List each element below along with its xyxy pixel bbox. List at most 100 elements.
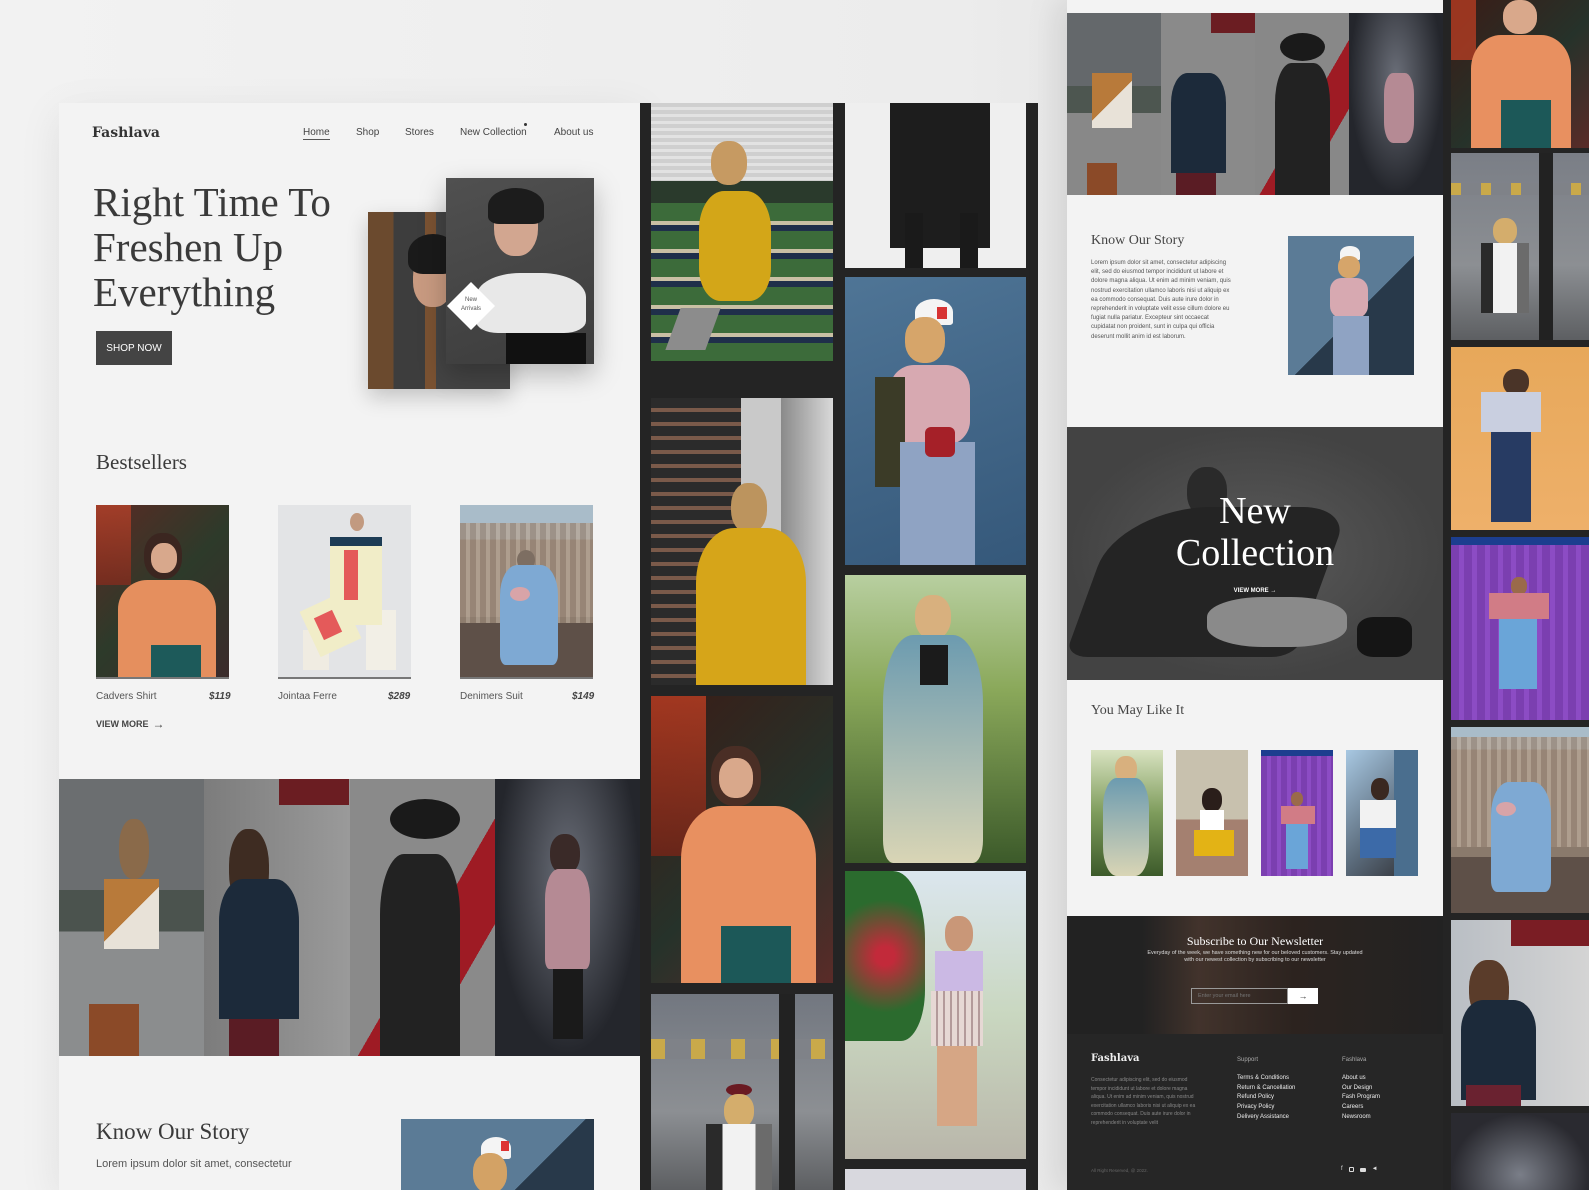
product-price: $149 xyxy=(572,691,595,702)
product-name[interactable]: Cadvers Shirt xyxy=(96,691,157,702)
hero-title-line: Everything xyxy=(93,269,276,315)
product-divider xyxy=(460,677,593,679)
nav-home[interactable]: Home xyxy=(303,127,330,140)
recommended-item[interactable] xyxy=(1176,750,1248,876)
footer-company-title: Fashlava xyxy=(1342,1057,1367,1063)
footer-link[interactable]: Privacy Policy xyxy=(1237,1103,1295,1113)
side-photo-plaid-coat[interactable] xyxy=(1451,920,1589,1106)
alt-story-body: Lorem ipsum dolor sit amet, consectetur … xyxy=(1091,260,1231,340)
new-collection-title-line: Collection xyxy=(1175,532,1335,574)
newsletter-submit-button[interactable]: → xyxy=(1288,988,1318,1004)
you-may-like-title: You May Like It xyxy=(1091,703,1185,718)
story-title: Know Our Story xyxy=(96,1119,250,1144)
product-image-jointaa-ferre[interactable] xyxy=(278,505,411,677)
footer-link[interactable]: Return & Cancellation xyxy=(1237,1084,1295,1094)
footer-link[interactable]: Delivery Assistance xyxy=(1237,1113,1295,1123)
main-nav: Home Shop Stores New Collection About us xyxy=(59,123,640,141)
youtube-icon[interactable] xyxy=(1359,1168,1366,1172)
footer-link[interactable]: About us xyxy=(1342,1074,1380,1084)
view-more-label: VIEW MORE xyxy=(1233,588,1269,594)
footer-support-title: Support xyxy=(1237,1057,1259,1063)
facebook-icon[interactable]: f xyxy=(1341,1166,1343,1172)
side-photo-arches[interactable] xyxy=(1451,1113,1589,1190)
nav-shop[interactable]: Shop xyxy=(356,127,379,138)
lookbook-photo[interactable] xyxy=(494,779,640,1056)
newsletter-email-input[interactable] xyxy=(1191,988,1288,1004)
side-photo-street[interactable] xyxy=(1451,153,1589,340)
gallery-photo-orange-shirt[interactable] xyxy=(651,696,833,983)
footer-link[interactable]: Our Design xyxy=(1342,1084,1380,1094)
product-image-cadvers-shirt[interactable] xyxy=(96,505,229,677)
lookbook-photo[interactable] xyxy=(1255,13,1349,195)
lookbook-photo[interactable] xyxy=(1349,13,1443,195)
footer-copyright: All Right Reserved, @ 2022. xyxy=(1091,1168,1148,1173)
hero-title-line: Freshen Up xyxy=(93,224,284,270)
lookbook-strip xyxy=(59,779,640,1056)
badge-line: New xyxy=(464,297,477,303)
footer-link[interactable]: Fash Program xyxy=(1342,1093,1380,1103)
gallery-photo-black-coat[interactable] xyxy=(845,103,1026,268)
arrow-right-icon: → xyxy=(1270,588,1277,594)
product-name[interactable]: Denimers Suit xyxy=(460,691,523,702)
nav-new-collection[interactable]: New Collection xyxy=(460,127,527,138)
product-price: $119 xyxy=(209,691,231,702)
alt-page: Know Our Story Lorem ipsum dolor sit ame… xyxy=(1067,0,1443,1190)
arrow-right-icon: → xyxy=(1298,991,1308,1001)
gallery-photo-garden[interactable] xyxy=(845,871,1026,1159)
alt-lookbook-strip xyxy=(1067,13,1443,195)
lookbook-photo[interactable] xyxy=(59,779,205,1056)
footer-brand[interactable]: Fashlava xyxy=(1091,1053,1140,1064)
footer-about: Consectetur adipiscing elit, sed do eius… xyxy=(1091,1077,1196,1126)
view-more-link[interactable]: VIEW MORE → xyxy=(96,717,165,731)
lookbook-photo[interactable] xyxy=(1161,13,1255,195)
gallery-photo-cap[interactable] xyxy=(845,277,1026,565)
new-collection-title-line: New xyxy=(1219,490,1291,532)
side-photo-cathedral[interactable] xyxy=(1451,727,1589,913)
product-price: $289 xyxy=(388,691,411,702)
footer-link[interactable]: Refund Policy xyxy=(1237,1093,1295,1103)
gallery-photo[interactable] xyxy=(845,1169,1026,1190)
footer-link[interactable]: Newsroom xyxy=(1342,1113,1380,1123)
product-name[interactable]: Jointaa Ferre xyxy=(278,691,337,702)
masonry-gallery xyxy=(640,103,1038,1190)
recommended-item[interactable] xyxy=(1091,750,1163,876)
landing-page: Fashlava Home Shop Stores New Collection… xyxy=(59,103,640,1190)
new-arrivals-label: New Arrivals xyxy=(451,296,491,314)
product-divider xyxy=(278,677,411,679)
hero-image-front xyxy=(446,178,594,364)
hero-title: Right Time To Freshen Up Everything xyxy=(93,180,331,315)
gallery-photo-yellow-hoodie[interactable] xyxy=(651,398,833,685)
newsletter-title: Subscribe to Our Newsletter xyxy=(1186,934,1324,948)
view-more-label: VIEW MORE xyxy=(96,719,149,729)
side-photo-purple-wall[interactable] xyxy=(1451,537,1589,720)
product-image-denimers-suit[interactable] xyxy=(460,505,593,677)
new-collection-title: New Collection xyxy=(1067,490,1443,574)
footer-link[interactable]: Careers xyxy=(1342,1103,1380,1113)
canvas: Fashlava Home Shop Stores New Collection… xyxy=(0,0,1589,1190)
footer-link[interactable]: Terms & Conditions xyxy=(1237,1074,1295,1084)
bestsellers-title: Bestsellers xyxy=(96,450,187,474)
product-divider xyxy=(96,677,229,679)
badge-line: Arrivals xyxy=(460,306,481,312)
lookbook-photo[interactable] xyxy=(349,779,495,1056)
lookbook-photo[interactable] xyxy=(204,779,350,1056)
alt-story-title: Know Our Story xyxy=(1091,233,1185,248)
footer-support-links: Terms & Conditions Return & Cancellation… xyxy=(1237,1074,1295,1123)
nav-about[interactable]: About us xyxy=(554,127,593,138)
new-collection-view-more[interactable]: VIEW MORE → xyxy=(1067,588,1443,594)
instagram-icon[interactable] xyxy=(1348,1167,1354,1172)
twitter-icon[interactable]: ◄ xyxy=(1372,1166,1378,1172)
arrow-right-icon: → xyxy=(152,717,165,731)
story-image xyxy=(401,1119,594,1190)
side-photo-yellow-bg[interactable] xyxy=(1451,347,1589,530)
shop-now-button[interactable]: SHOP NOW xyxy=(96,331,172,365)
footer-company-links: About us Our Design Fash Program Careers… xyxy=(1342,1074,1380,1123)
gallery-photo-floral[interactable] xyxy=(845,575,1026,863)
side-photo-orange-shirt[interactable] xyxy=(1451,0,1589,148)
recommended-item[interactable] xyxy=(1346,750,1418,876)
lookbook-photo[interactable] xyxy=(1067,13,1161,195)
nav-stores[interactable]: Stores xyxy=(405,127,434,138)
gallery-photo-yellow-dress[interactable] xyxy=(651,103,833,361)
recommended-item[interactable] xyxy=(1261,750,1333,876)
gallery-photo-street[interactable] xyxy=(651,994,833,1190)
